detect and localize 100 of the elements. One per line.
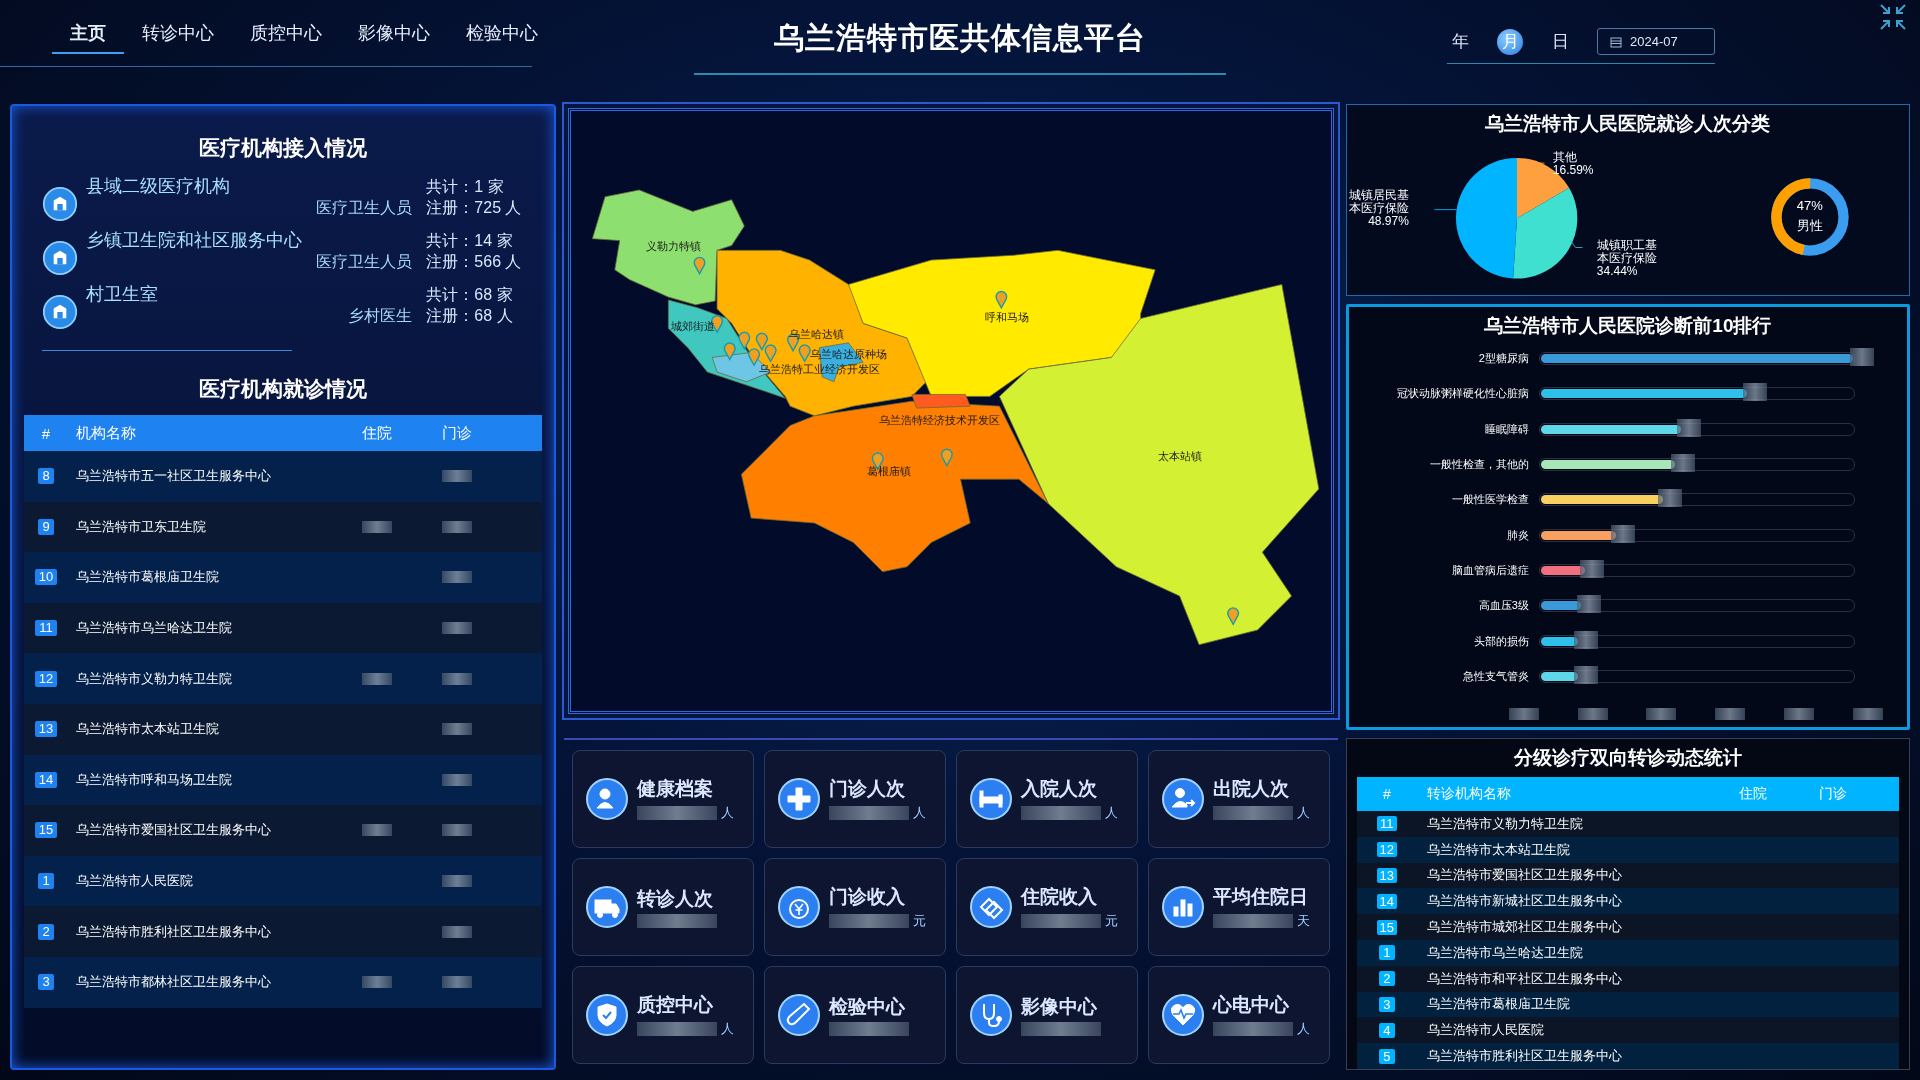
test-tube-icon — [777, 993, 822, 1037]
blurred-value — [1677, 418, 1702, 437]
nav-tab[interactable]: 影像中心 — [340, 18, 448, 52]
staff-label: 医疗卫生人员 — [316, 198, 413, 218]
column-header: 住院 — [1739, 785, 1768, 803]
registered-count: 注册：725 人 — [426, 198, 523, 218]
stat-unit: 人 — [1105, 804, 1119, 822]
map-region[interactable] — [741, 400, 1049, 573]
table-cell-text: 乌兰浩特市卫东卫生院 — [75, 517, 207, 536]
rank-badge: 14 — [1376, 893, 1398, 909]
stat-title: 转诊人次 — [637, 887, 715, 911]
region-label: 城郊街道 — [671, 320, 716, 333]
blurred-value — [362, 672, 393, 685]
region-label: 葛根庙镇 — [867, 465, 912, 478]
calendar-icon — [1610, 35, 1622, 48]
slice-label: 城镇职工基本医疗保险 — [1596, 239, 1657, 265]
building-icon — [42, 186, 78, 222]
diagnosis-label: 冠状动脉粥样硬化性心脏病 — [1395, 386, 1530, 402]
panel-title: 乌兰浩特市人民医院就诊人次分类 — [1484, 112, 1772, 136]
stat-title: 住院收入 — [1021, 885, 1099, 909]
table-cell-text: 乌兰浩特市太本站卫生院 — [1425, 840, 1571, 859]
nav-tab[interactable]: 检验中心 — [448, 18, 556, 52]
bed-icon — [969, 777, 1014, 821]
blurred-value — [362, 824, 393, 837]
table-cell-text: 乌兰浩特市人民医院 — [1425, 1021, 1545, 1040]
rank-badge: 11 — [1377, 816, 1397, 832]
column-header: # — [1381, 786, 1392, 802]
staff-label: 医疗卫生人员 — [316, 252, 413, 272]
blurred-value — [442, 875, 473, 888]
rank-badge: 9 — [38, 518, 54, 535]
rank-badge: 15 — [34, 822, 58, 839]
table-cell-text: 乌兰浩特市呼和马场卫生院 — [75, 770, 233, 789]
registered-count: 注册：68 人 — [426, 306, 514, 326]
table-cell-text: 乌兰浩特市乌兰哈达卫生院 — [75, 619, 233, 638]
panel-title: 医疗机构接入情况 — [198, 135, 369, 161]
rank-badge: 8 — [38, 468, 54, 485]
blurred-value — [1715, 707, 1746, 720]
stat-unit: 天 — [1296, 912, 1310, 930]
rank-badge: 2 — [38, 923, 54, 940]
table-cell-text: 乌兰浩特市爱国社区卫生服务中心 — [75, 821, 272, 840]
gender-percent: 47% — [1796, 198, 1823, 213]
nav-tab[interactable]: 质控中心 — [232, 18, 340, 52]
map-pin-icon[interactable] — [738, 331, 751, 350]
rank-badge: 3 — [38, 974, 54, 991]
staff-label: 乡村医生 — [348, 306, 413, 326]
diagnosis-label: 一般性医学检查 — [1450, 492, 1530, 508]
table-cell-text: 乌兰浩特市胜利社区卫生服务中心 — [1425, 1047, 1623, 1066]
diagnosis-label: 脑血管病后遗症 — [1450, 562, 1530, 578]
person-icon — [585, 777, 630, 821]
nav-tab[interactable]: 转诊中心 — [124, 18, 232, 52]
blurred-value — [1743, 383, 1768, 402]
date-field[interactable]: 2024-07 — [1597, 28, 1715, 55]
table-cell-text: 乌兰浩特市葛根庙卫生院 — [1425, 995, 1571, 1014]
yuan-coin-icon — [777, 885, 822, 929]
building-icon — [42, 294, 78, 330]
table-cell-text: 乌兰浩特市乌兰哈达卫生院 — [1425, 943, 1584, 962]
period-option[interactable]: 年 — [1447, 28, 1473, 55]
nav-tab[interactable]: 主页 — [52, 18, 124, 54]
region-label: 乌兰浩特经济技术开发区 — [878, 413, 1000, 426]
rank-badge: 11 — [35, 620, 57, 637]
blurred-value — [1850, 348, 1874, 367]
rank-badge: 1 — [1378, 945, 1395, 961]
map-pin-icon[interactable] — [1227, 607, 1240, 625]
org-type-name: 村卫生室 — [86, 283, 158, 306]
stat-unit: 人 — [1296, 804, 1310, 822]
building-icon — [42, 240, 78, 276]
rank-badge: 13 — [1376, 868, 1398, 883]
blurred-value — [442, 470, 473, 483]
blurred-value — [362, 520, 393, 533]
rank-badge: 12 — [1376, 842, 1398, 858]
blurred-value — [442, 520, 473, 533]
gender-label: 男性 — [1796, 217, 1823, 235]
table-cell-text: 乌兰浩特市义勒力特卫生院 — [75, 669, 233, 688]
rank-badge: 13 — [34, 721, 58, 738]
table-cell-text: 乌兰浩特市城郊社区卫生服务中心 — [1425, 918, 1623, 937]
collapse-icon[interactable] — [1878, 2, 1908, 32]
region-label: 太本站镇 — [1157, 449, 1202, 462]
blurred-value — [1508, 707, 1539, 720]
blurred-value — [442, 976, 473, 989]
blurred-value — [1579, 559, 1604, 578]
blurred-value — [1576, 595, 1601, 614]
period-option[interactable]: 日 — [1547, 28, 1573, 55]
blurred-value — [1784, 707, 1815, 720]
table-cell-text: 乌兰浩特市新城社区卫生服务中心 — [1425, 892, 1623, 911]
column-header: 门诊 — [442, 423, 474, 443]
blurred-value — [442, 925, 473, 938]
table-cell-text: 乌兰浩特市和平社区卫生服务中心 — [1425, 969, 1623, 988]
slice-label: 城镇居民基本医疗保险 — [1348, 189, 1409, 215]
blurred-value — [442, 672, 473, 685]
map-pin-icon[interactable] — [995, 290, 1008, 309]
column-header: 机构名称 — [75, 423, 137, 443]
map-region[interactable] — [911, 394, 971, 409]
blurred-value — [1646, 707, 1677, 720]
org-type-name: 县域二级医疗机构 — [86, 175, 230, 198]
slice-value: 34.44% — [1596, 265, 1639, 278]
heart-pulse-icon — [1160, 993, 1205, 1037]
diagnosis-label: 高血压3级 — [1477, 598, 1530, 614]
registered-count: 注册：566 人 — [426, 252, 523, 272]
stat-title: 检验中心 — [829, 995, 907, 1019]
map-region[interactable] — [592, 189, 746, 306]
